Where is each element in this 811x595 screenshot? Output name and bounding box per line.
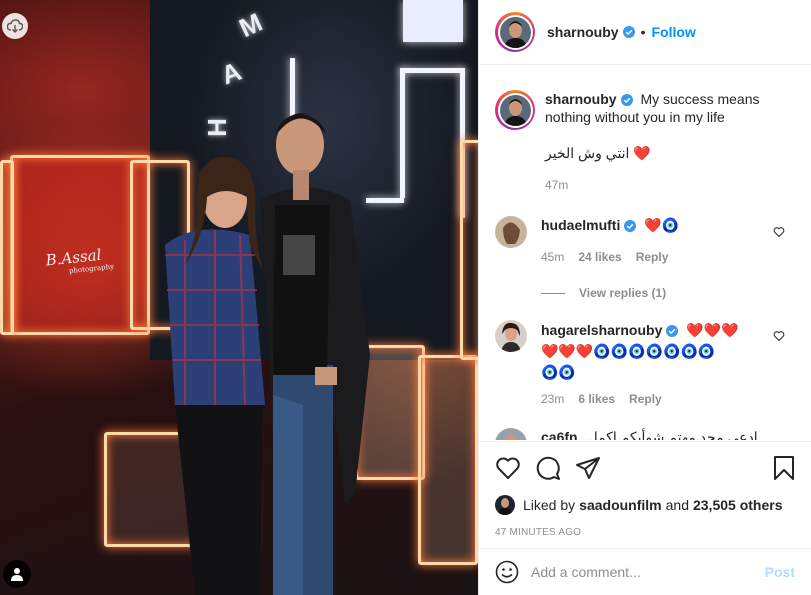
save-bookmark-icon[interactable] (773, 455, 795, 481)
comment-input[interactable]: Add a comment... (531, 564, 765, 580)
replies-divider (541, 292, 565, 294)
story-ring[interactable] (495, 12, 535, 52)
comment-time[interactable]: 45m (541, 248, 564, 266)
comment-item: hudaelmufti ❤️🧿 45m 24 likes Reply View … (495, 216, 795, 302)
post-comment-button[interactable]: Post (765, 564, 795, 580)
caption: sharnouby My success means nothing witho… (495, 90, 795, 194)
avatar[interactable] (495, 428, 527, 440)
neon-cube (418, 355, 478, 565)
verified-badge-icon (622, 26, 635, 38)
comment-reply-button[interactable]: Reply (629, 391, 662, 407)
share-paper-plane-icon[interactable] (575, 456, 601, 480)
likes-prefix: Liked by (523, 497, 576, 513)
neon-cube (460, 140, 478, 360)
likes-and: and (665, 497, 689, 513)
caption-time[interactable]: 47m (545, 176, 568, 194)
likes-summary: Liked by saadounfilm and 23,505 others (495, 495, 795, 515)
follow-button[interactable]: Follow (651, 24, 695, 40)
comment-item: ca6fn ادعي محد مهتم شوأبكم اكمل (495, 428, 795, 440)
comment-likes[interactable]: 24 likes (578, 248, 621, 266)
comment-text-line: ❤️❤️❤️🧿🧿🧿🧿🧿🧿🧿 (541, 343, 716, 359)
neon-cube (0, 160, 14, 335)
caption-arabic-line: انتي وش الخير ❤️ (545, 144, 795, 162)
comment-item: hagarelsharnouby ❤️❤️❤️ ❤️❤️❤️🧿🧿🧿🧿🧿🧿🧿 🧿🧿… (495, 320, 795, 407)
comment-text-line: ❤️❤️❤️ (686, 322, 739, 338)
like-heart-icon[interactable] (495, 456, 521, 480)
comment-bubble-icon[interactable] (535, 455, 561, 481)
like-comment-heart-icon[interactable] (773, 330, 785, 342)
verified-badge-icon (624, 220, 637, 232)
likes-count[interactable]: 23,505 others (693, 497, 783, 513)
neon-line (400, 68, 405, 198)
post-actions: Liked by saadounfilm and 23,505 others 4… (479, 441, 811, 551)
avatar[interactable] (495, 320, 527, 352)
comment-text-line: 🧿🧿 (541, 364, 576, 380)
neon-line (400, 68, 464, 73)
avatar (499, 16, 531, 48)
like-comment-heart-icon[interactable] (773, 226, 785, 238)
emoji-icon[interactable] (495, 560, 519, 584)
add-comment-bar: Add a comment... Post (479, 548, 811, 595)
avatar (499, 94, 531, 126)
separator-dot: • (640, 24, 646, 40)
comments-list[interactable]: sharnouby My success means nothing witho… (479, 66, 811, 440)
couple-figures (165, 113, 370, 595)
post-photo[interactable]: M A H S B.Assal photography (0, 0, 478, 595)
caption-username[interactable]: sharnouby (545, 91, 617, 107)
neon-cube (10, 155, 150, 335)
caption-story-ring[interactable] (495, 90, 535, 130)
tagged-user-icon[interactable] (3, 560, 31, 588)
liker-avatar[interactable] (495, 495, 515, 515)
comment-text: ❤️🧿 (644, 217, 680, 233)
caption-arabic: انتي وش الخير (545, 145, 630, 161)
comment-reply-button[interactable]: Reply (636, 248, 669, 266)
comment-username[interactable]: hudaelmufti (541, 217, 620, 233)
comment-time[interactable]: 23m (541, 391, 564, 407)
neon-line (403, 0, 463, 42)
likes-user[interactable]: saadounfilm (579, 497, 661, 513)
comment-text: ادعي محد مهتم شوأبكم اكمل (587, 429, 758, 440)
verified-badge-icon (620, 94, 633, 106)
comment-likes[interactable]: 6 likes (578, 391, 615, 407)
verified-badge-icon (666, 325, 679, 337)
caption-arabic-emoji: ❤️ (633, 145, 651, 161)
avatar[interactable] (495, 216, 527, 248)
post-sidebar: sharnouby • Follow sharnouby My success … (478, 0, 811, 595)
post-header: sharnouby • Follow (479, 0, 811, 65)
comment-username[interactable]: ca6fn (541, 429, 578, 440)
post-timestamp[interactable]: 47 MINUTES AGO (495, 527, 795, 538)
download-cloud-icon[interactable] (2, 13, 28, 39)
view-replies-button[interactable]: View replies (1) (579, 284, 666, 302)
comment-username[interactable]: hagarelsharnouby (541, 322, 662, 338)
header-username[interactable]: sharnouby (547, 24, 619, 40)
